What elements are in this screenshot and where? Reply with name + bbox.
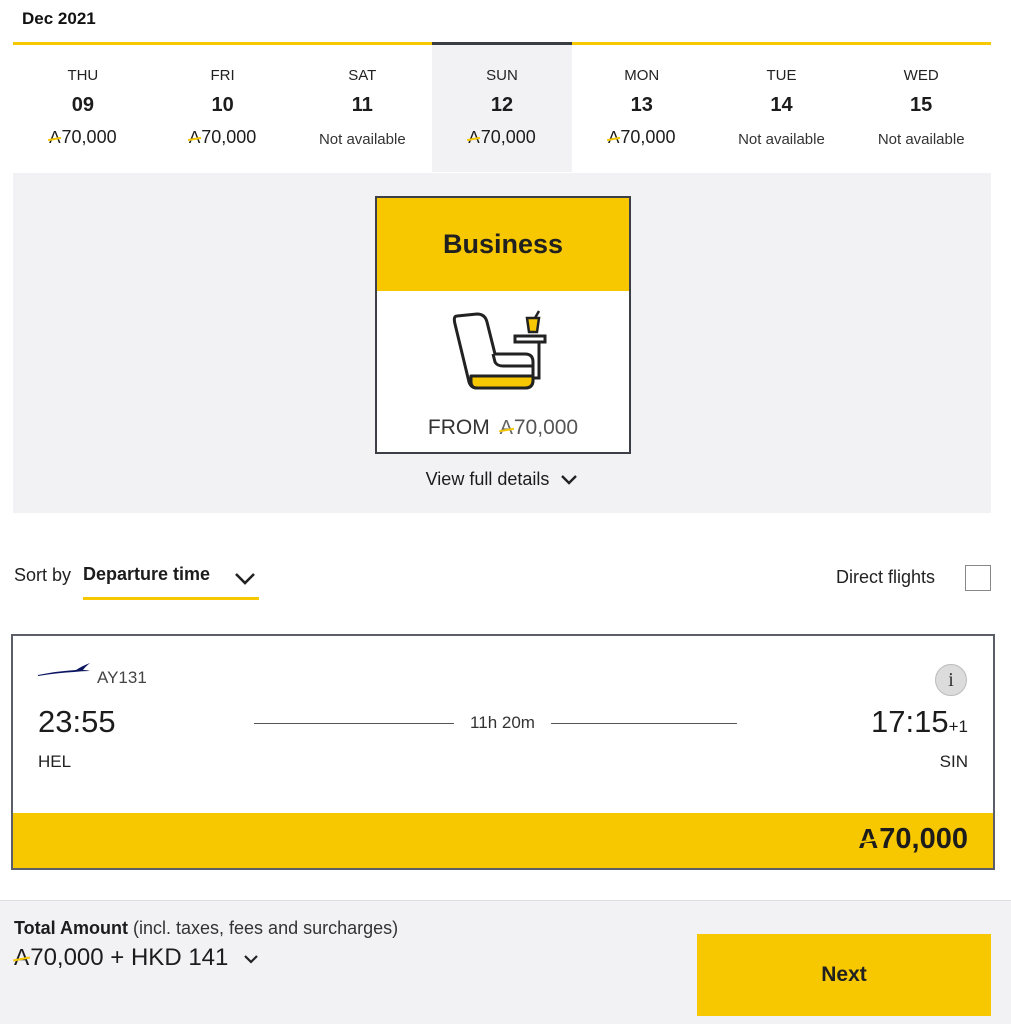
next-button[interactable]: Next [697,934,991,1016]
duration-line [551,723,737,724]
chevron-down-icon [561,475,578,485]
from-label: FROM [427,416,490,439]
avios-currency-icon: A [14,944,30,970]
cabin-panel: Business FROM A70,000 View full details [13,173,991,513]
flight-number: AY131 [97,668,147,687]
duration-line [254,723,454,724]
day-offset: +1 [948,717,968,736]
date-price: Not available [877,131,965,148]
direct-flights-label: Direct flights [836,567,936,587]
avios-currency-icon: A [608,128,620,147]
total-label-bold: Total Amount [14,918,128,938]
date-selector: THU 09 A70,000 FRI 10 A70,000 SAT 11 Not availab… [13,42,991,172]
date-option-09[interactable]: THU 09 A70,000 [13,45,153,172]
date-weekday: MON [624,67,660,84]
footer-bar: Total Amount (incl. taxes, fees and surc… [0,900,1011,1024]
arrival-time-value: 17:15 [871,704,949,739]
cabin-from-price: FROM A70,000 [377,416,629,440]
month-label: Dec 2021 [22,9,96,28]
date-weekday: FRI [210,67,235,84]
flight-price: A70,000 [858,823,968,856]
sort-label: Sort by [14,565,72,585]
cabin-card-business[interactable]: Business FROM A70,000 [375,196,631,454]
date-option-13[interactable]: MON 13 A70,000 [572,45,712,172]
date-price-value: 70,000 [620,127,676,147]
arrival-airport: SIN [939,752,968,771]
date-option-10[interactable]: FRI 10 A70,000 [153,45,293,172]
finnair-logo-icon [38,663,90,676]
total-amount-label: Total Amount (incl. taxes, fees and surc… [14,918,398,939]
date-price: Not available [738,131,825,148]
date-day-number: 13 [630,94,653,116]
flight-price-value: 70,000 [879,823,968,855]
view-full-details-link[interactable]: View full details [13,469,991,490]
avios-currency-icon: A [858,823,879,854]
date-day-number: 11 [351,94,373,116]
date-price: A70,000 [153,127,293,148]
flight-price-bar[interactable]: A70,000 [13,813,993,868]
date-option-15[interactable]: WED 15 Not available [851,45,991,172]
date-weekday: TUE [766,67,797,84]
date-weekday: SUN [486,67,518,84]
date-price-value: 70,000 [480,127,536,147]
cabin-price: 70,000 [513,416,579,439]
sort-dropdown[interactable]: Departure time [83,564,259,600]
departure-airport: HEL [38,752,72,771]
date-weekday: THU [67,67,99,84]
flight-duration: 11h 20m [470,713,535,732]
date-day-number: 14 [770,94,793,116]
date-price: A70,000 [13,127,153,148]
date-weekday: SAT [348,67,377,84]
total-note: (incl. taxes, fees and surcharges) [133,918,399,938]
business-seat-icon [452,310,547,390]
date-price-value: 70,000 [61,127,117,147]
direct-flights-checkbox[interactable] [965,565,991,591]
chevron-down-icon [235,573,255,585]
date-option-12[interactable]: SUN 12 A70,000 [432,42,572,172]
date-price-value: 70,000 [201,127,257,147]
departure-time: 23:55 [38,704,116,739]
chevron-down-icon [244,954,258,964]
avios-currency-icon: A [499,417,513,439]
date-price: A70,000 [432,127,572,148]
arrival-time: 17:15+1 [871,704,968,740]
flight-card[interactable]: AY131 i 23:55 HEL 11h 20m 17:15+1 SIN A7… [11,634,995,870]
cabin-name: Business [377,198,629,291]
date-option-14[interactable]: TUE 14 Not available [712,45,852,172]
avios-currency-icon: A [468,128,480,147]
sort-value: Departure time [83,564,211,584]
date-price: A70,000 [572,127,712,148]
date-price: Not available [318,131,406,148]
date-day-number: 15 [910,94,933,116]
avios-currency-icon: A [188,128,201,147]
info-icon[interactable]: i [935,664,967,696]
date-option-11[interactable]: SAT 11 Not available [292,45,432,172]
details-label: View full details [425,469,550,489]
date-day-number: 12 [490,94,514,116]
avios-currency-icon: A [49,128,61,147]
date-weekday: WED [903,67,939,84]
date-day-number: 10 [211,94,234,116]
total-amount-dropdown[interactable]: A70,000 + HKD 141 [14,944,259,972]
date-day-number: 09 [71,94,94,116]
total-value: 70,000 + HKD 141 [30,944,229,971]
